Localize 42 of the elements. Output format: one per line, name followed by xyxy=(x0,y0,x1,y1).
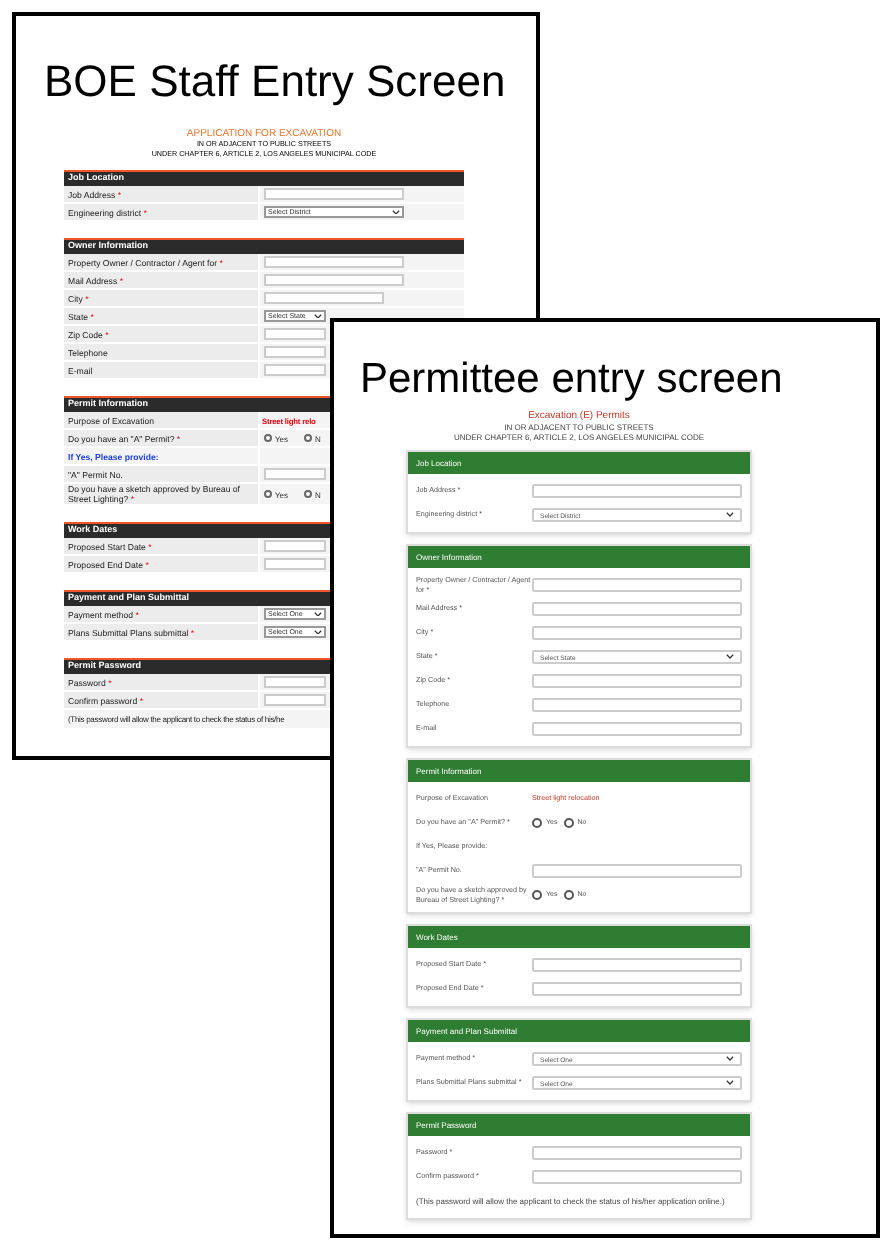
text-input[interactable] xyxy=(264,558,326,570)
text-input[interactable] xyxy=(264,468,326,480)
radio-button[interactable] xyxy=(532,818,542,828)
radio-button[interactable] xyxy=(563,890,574,900)
text-input[interactable] xyxy=(532,958,742,972)
text-input[interactable] xyxy=(532,674,742,688)
caret-icon xyxy=(726,654,734,660)
screen-title: Permittee entry screen xyxy=(360,358,783,402)
text-input[interactable] xyxy=(532,982,742,996)
radio-button[interactable] xyxy=(304,434,312,442)
text-input[interactable] xyxy=(264,292,384,304)
caret-icon xyxy=(726,1080,734,1086)
text-input[interactable] xyxy=(532,698,742,712)
radio-button[interactable] xyxy=(264,434,271,442)
text-input[interactable] xyxy=(532,484,742,498)
text-input[interactable] xyxy=(264,694,326,706)
caret-icon xyxy=(726,1056,734,1062)
text-input[interactable] xyxy=(264,346,326,358)
text-input[interactable] xyxy=(532,1146,742,1160)
caret-icon xyxy=(392,209,400,215)
text-input[interactable] xyxy=(532,864,742,878)
text-input[interactable] xyxy=(264,188,404,200)
caret-icon xyxy=(314,313,322,319)
text-input[interactable] xyxy=(264,274,404,286)
caret-icon xyxy=(726,512,734,518)
text-input[interactable] xyxy=(264,256,404,268)
text-input[interactable] xyxy=(532,602,742,616)
text-input[interactable] xyxy=(264,328,326,340)
text-input[interactable] xyxy=(264,676,326,688)
radio-button[interactable] xyxy=(563,818,574,828)
text-input[interactable] xyxy=(264,540,326,552)
screen-title: BOE Staff Entry Screen xyxy=(44,56,506,108)
text-input[interactable] xyxy=(532,722,742,736)
text-input[interactable] xyxy=(532,626,742,640)
radio-button[interactable] xyxy=(304,490,312,498)
text-input[interactable] xyxy=(532,1170,742,1184)
caret-icon xyxy=(314,611,322,617)
text-input[interactable] xyxy=(264,364,326,376)
caret-icon xyxy=(314,629,322,635)
text-input[interactable] xyxy=(532,578,742,592)
radio-button[interactable] xyxy=(532,890,542,900)
radio-button[interactable] xyxy=(264,490,271,498)
